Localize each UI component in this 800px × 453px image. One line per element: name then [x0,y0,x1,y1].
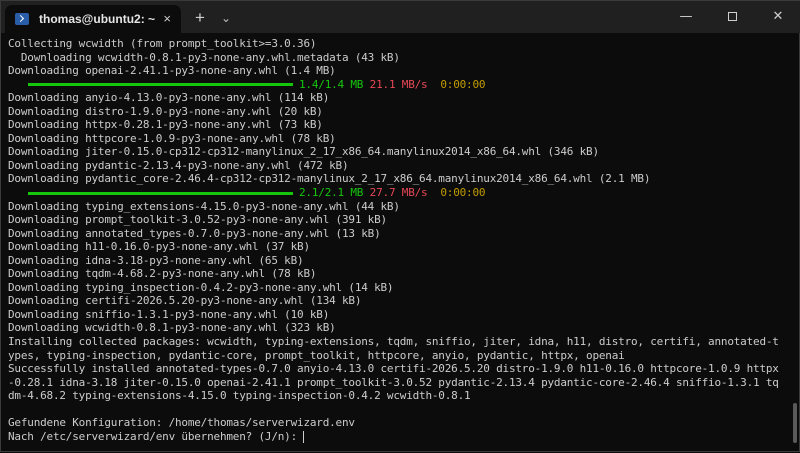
terminal-line: Successfully installed annotated-types-0… [8,362,779,376]
terminal-icon [15,13,29,25]
progress-line: 2.1/2.1 MB 27.7 MB/s 0:00:00 [8,186,791,200]
tab-close-icon[interactable]: × [163,11,171,26]
tab-title: thomas@ubuntu2: ~ [39,12,156,26]
progress-bar [28,83,293,87]
prompt-line[interactable]: Nach /etc/serverwizard/env übernehmen? (… [8,430,791,444]
progress-eta: 0:00:00 [440,77,486,91]
terminal-line: Downloading openai-2.41.1-py3-none-any.w… [8,64,336,78]
terminal-line: Downloading httpcore-1.0.9-py3-none-any.… [8,131,336,145]
minimize-button[interactable]: — [663,1,709,33]
terminal-line: ypes, typing-inspection, pydantic-core, … [8,348,625,362]
terminal-output[interactable]: Collecting wcwidth (from prompt_toolkit>… [1,33,791,453]
terminal-line: Installing collected packages: wcwidth, … [8,335,779,349]
terminal-line: Downloading distro-1.9.0-py3-none-any.wh… [8,104,323,118]
text-cursor [303,430,305,443]
progress-size: 2.1/2.1 MB [299,186,364,200]
terminal-line: dm-4.68.2 typing-extensions-4.15.0 typin… [8,389,471,403]
terminal-line: Downloading typing_extensions-4.15.0-py3… [8,199,400,213]
new-tab-button[interactable]: + [187,6,213,30]
tab-terminal[interactable]: thomas@ubuntu2: ~ × [5,5,181,33]
terminal-line: Collecting wcwidth (from prompt_toolkit>… [8,37,317,50]
close-button[interactable]: ✕ [755,1,800,33]
terminal-line: Downloading annotated_types-0.7.0-py3-no… [8,226,381,240]
progress-eta: 0:00:00 [440,186,486,200]
terminal-line: Downloading idna-3.18-py3-none-any.whl (… [8,253,304,267]
progress-speed: 21.1 MB/s [369,77,428,91]
terminal-line: Downloading pydantic_core-2.46.4-cp312-c… [8,172,651,186]
terminal-line: Gefundene Konfiguration: /home/thomas/se… [8,416,355,430]
tab-dropdown-icon[interactable]: ⌄ [215,6,237,30]
progress-speed: 27.7 MB/s [369,186,428,200]
maximize-icon [727,12,737,21]
terminal-line: Downloading tqdm-4.68.2-py3-none-any.whl… [8,267,317,281]
progress-line: 1.4/1.4 MB 21.1 MB/s 0:00:00 [8,78,791,92]
maximize-button[interactable] [709,1,755,33]
progress-bar [28,191,293,195]
terminal-line: Downloading prompt_toolkit-3.0.52-py3-no… [8,213,387,227]
title-bar: thomas@ubuntu2: ~ × + ⌄ — ✕ [1,1,800,33]
prompt-text: Nach /etc/serverwizard/env übernehmen? (… [8,429,304,443]
terminal-line: Downloading h11-0.16.0-py3-none-any.whl … [8,240,310,254]
terminal-line: Downloading wcwidth-0.8.1-py3-none-any.w… [8,321,336,335]
terminal-line: Downloading typing_inspection-0.4.2-py3-… [8,280,394,294]
terminal-line: Downloading pydantic-2.13.4-py3-none-any… [8,158,349,172]
terminal-line: Downloading jiter-0.15.0-cp312-cp312-man… [8,145,599,159]
scrollbar[interactable] [793,403,797,443]
progress-size: 1.4/1.4 MB [299,77,364,91]
terminal-line: Downloading certifi-2026.5.20-py3-none-a… [8,294,362,308]
terminal-line: Downloading wcwidth-0.8.1-py3-none-any.w… [8,50,400,64]
terminal-line: Downloading httpx-0.28.1-py3-none-any.wh… [8,118,323,132]
terminal-line: -0.28.1 idna-3.18 jiter-0.15.0 openai-2.… [8,375,779,389]
terminal-line: Downloading sniffio-1.3.1-py3-none-any.w… [8,307,330,321]
terminal-line: Downloading anyio-4.13.0-py3-none-any.wh… [8,91,330,105]
terminal-window: thomas@ubuntu2: ~ × + ⌄ — ✕ Collecting w… [0,0,800,452]
